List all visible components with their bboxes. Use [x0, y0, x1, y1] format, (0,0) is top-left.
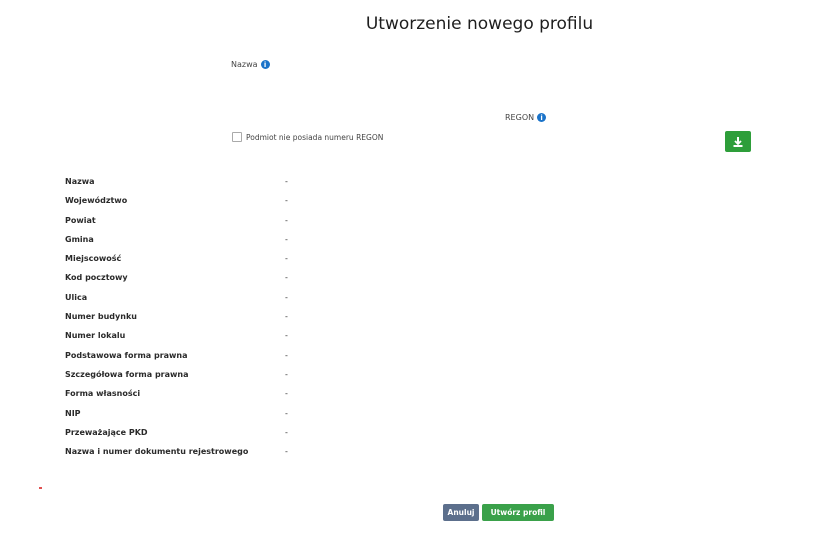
info-icon[interactable]: i: [260, 60, 270, 69]
detail-label: Forma własności: [65, 389, 141, 399]
detail-value: -: [285, 389, 288, 399]
detail-value: -: [285, 350, 288, 360]
detail-value: -: [285, 312, 288, 322]
detail-row: Nazwa -: [65, 177, 365, 196]
detail-label: Miejscowość: [65, 254, 122, 264]
detail-label: Szczegółowa forma prawna: [65, 369, 189, 379]
detail-value: -: [285, 196, 288, 206]
detail-value: -: [285, 254, 288, 264]
detail-value: -: [285, 177, 288, 186]
detail-row: NIP -: [65, 409, 365, 428]
name-input[interactable]: [231, 76, 535, 98]
no-regon-checkbox-row[interactable]: Podmiot nie posiada numeru REGON: [232, 132, 383, 142]
name-label-text: Nazwa: [231, 60, 258, 69]
detail-label: Nazwa i numer dokumentu rejestrowego: [65, 447, 249, 457]
detail-row: Forma własności -: [65, 389, 365, 408]
detail-row: Miejscowość -: [65, 254, 365, 273]
detail-row: Nazwa i numer dokumentu rejestrowego -: [65, 447, 365, 466]
detail-label: Ulica: [65, 292, 88, 302]
detail-label: Podstawowa forma prawna: [65, 350, 188, 360]
detail-row: Przeważające PKD -: [65, 428, 365, 447]
no-regon-checkbox-label: Podmiot nie posiada numeru REGON: [246, 132, 384, 142]
detail-label: Kod pocztowy: [65, 273, 128, 283]
name-field-label: Nazwa i: [231, 60, 270, 69]
detail-row: Numer budynku -: [65, 312, 365, 331]
download-icon: [733, 136, 743, 147]
regon-label-text: REGON: [505, 113, 535, 122]
cancel-button[interactable]: Anuluj: [443, 504, 479, 521]
detail-label: NIP: [65, 408, 81, 418]
detail-value: -: [285, 331, 288, 341]
detail-label: Powiat: [65, 215, 96, 225]
detail-label: Województwo: [65, 196, 128, 206]
detail-value: -: [285, 427, 288, 437]
detail-value: -: [285, 292, 288, 302]
detail-row: Powiat -: [65, 216, 365, 235]
detail-value: -: [285, 369, 288, 379]
detail-row: Gmina -: [65, 235, 365, 254]
detail-value: -: [285, 273, 288, 283]
detail-row: Podstawowa forma prawna -: [65, 351, 365, 370]
detail-row: Szczegółowa forma prawna -: [65, 370, 365, 389]
detail-label: Numer lokalu: [65, 331, 126, 341]
entity-details: Nazwa - Województwo - Powiat - Gmina - Miejscowo…: [65, 177, 365, 466]
detail-row: Numer lokalu -: [65, 331, 365, 350]
create-profile-button[interactable]: Utwórz profil: [482, 504, 554, 521]
detail-label: Nazwa: [65, 177, 95, 186]
detail-value: -: [285, 215, 288, 225]
detail-row: Kod pocztowy -: [65, 273, 365, 292]
form-actions: Anuluj Utwórz profil: [443, 504, 554, 521]
red-mark: [39, 487, 42, 489]
page-title: Utworzenie nowego profilu: [365, 14, 594, 34]
regon-field-label: REGON i: [505, 113, 547, 122]
info-icon[interactable]: i: [537, 113, 547, 122]
detail-value: -: [285, 408, 288, 418]
download-button[interactable]: [725, 131, 751, 152]
detail-value: -: [285, 447, 288, 457]
detail-label: Numer budynku: [65, 312, 137, 322]
detail-row: Ulica -: [65, 293, 365, 312]
detail-label: Przeważające PKD: [65, 427, 148, 437]
detail-label: Gmina: [65, 234, 94, 244]
detail-row: Województwo -: [65, 196, 365, 215]
detail-value: -: [285, 234, 288, 244]
no-regon-checkbox[interactable]: [232, 132, 242, 142]
